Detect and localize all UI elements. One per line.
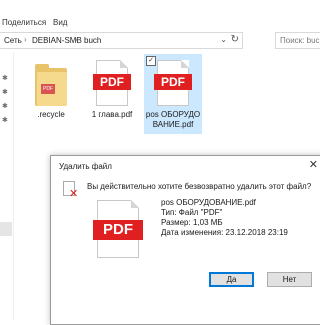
- file-date: Дата изменения: 23.12.2018 23:19: [161, 228, 288, 237]
- delete-file-dialog: Удалить файл ✕ ✕ Вы действительно хотите…: [50, 155, 320, 325]
- file-name: pos ОБОРУДОВАНИЕ.pdf: [161, 198, 256, 207]
- file-name: 1 глава.pdf: [91, 110, 133, 119]
- pdf-file-icon: PDF: [93, 200, 143, 260]
- file-item-pos-equipment[interactable]: ✓ PDF pos ОБОРУДОВАНИЕ.pdf: [144, 54, 202, 134]
- file-name: pos ОБОРУДОВАНИЕ.pdf: [145, 110, 201, 129]
- search-input[interactable]: Поиск: buch: [275, 32, 320, 49]
- yes-button[interactable]: Да: [209, 272, 254, 287]
- search-placeholder: Поиск: buch: [280, 36, 320, 45]
- address-row: Сеть › DEBIAN-SMB › buch ⌄ ↻ Поиск: buch: [0, 30, 320, 52]
- pdf-badge: PDF: [154, 74, 192, 90]
- nav-selected-item[interactable]: [0, 222, 12, 236]
- tab-share[interactable]: Поделиться: [2, 18, 46, 27]
- dialog-question: Вы действительно хотите безвозвратно уда…: [87, 182, 312, 191]
- breadcrumb-separator[interactable]: ›: [75, 35, 78, 44]
- pin-icon[interactable]: ✱: [2, 88, 8, 96]
- pdf-badge: PDF: [93, 74, 131, 90]
- breadcrumb-separator[interactable]: ›: [24, 35, 27, 44]
- file-info: pos ОБОРУДОВАНИЕ.pdf Тип: Файл "PDF" Раз…: [161, 198, 288, 238]
- no-button[interactable]: Нет: [267, 272, 312, 287]
- pin-icon[interactable]: ✱: [2, 102, 8, 110]
- pdf-file-icon: PDF: [153, 60, 193, 108]
- address-dropdown-icon[interactable]: ⌄: [220, 35, 227, 44]
- pin-icon[interactable]: ✱: [2, 116, 8, 124]
- file-item-chapter1[interactable]: PDF 1 глава.pdf: [83, 60, 141, 120]
- address-bar[interactable]: Сеть › DEBIAN-SMB › buch ⌄ ↻: [0, 32, 243, 49]
- pdf-badge: PDF: [93, 220, 143, 240]
- pdf-file-icon: PDF: [92, 60, 132, 108]
- delete-warning-icon: ✕: [63, 181, 79, 201]
- close-icon[interactable]: ✕: [309, 158, 318, 171]
- ribbon: Поделиться Вид: [0, 0, 320, 28]
- pin-icon[interactable]: ✱: [2, 74, 8, 82]
- tab-view[interactable]: Вид: [53, 18, 67, 27]
- breadcrumb-network[interactable]: Сеть: [4, 36, 22, 45]
- folder-icon: PDF: [31, 60, 71, 108]
- navigation-pane[interactable]: ✱ ✱ ✱ ✱: [0, 52, 14, 320]
- refresh-icon[interactable]: ↻: [231, 34, 239, 45]
- file-name: .recycle: [37, 110, 65, 119]
- dialog-title: Удалить файл: [59, 162, 112, 171]
- file-type: Тип: Файл "PDF": [161, 208, 223, 217]
- breadcrumb-folder[interactable]: buch: [84, 36, 101, 45]
- file-size: Размер: 1,03 МБ: [161, 218, 223, 227]
- file-item-recycle[interactable]: PDF .recycle: [22, 60, 80, 120]
